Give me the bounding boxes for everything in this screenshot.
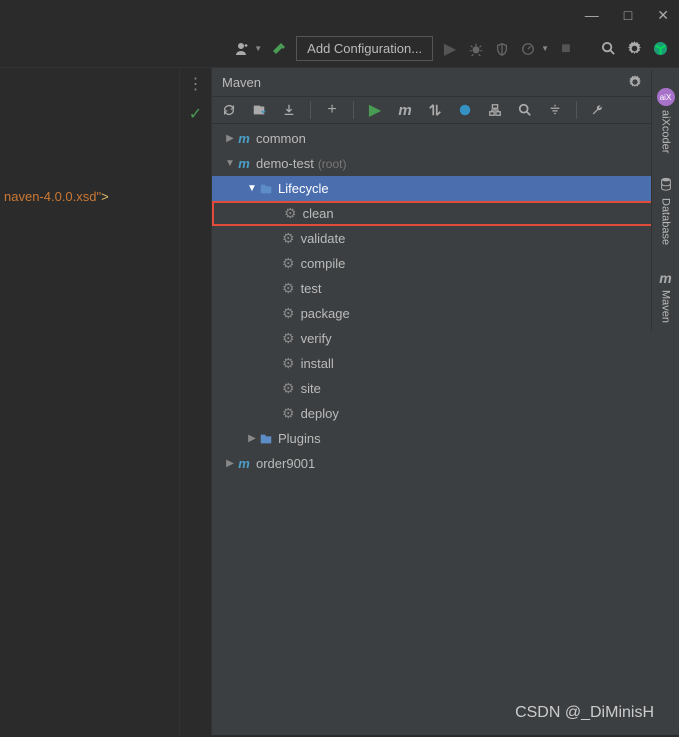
tree-item-order9001[interactable]: ▶ m order9001 [212, 451, 679, 476]
tree-label: validate [301, 231, 346, 246]
toggle-skip-icon[interactable] [426, 101, 444, 119]
more-icon[interactable]: ⋮ [188, 74, 204, 94]
generate-icon[interactable] [250, 101, 268, 119]
separator [576, 101, 577, 119]
rail-label: Maven [660, 290, 672, 323]
tree-label: test [301, 281, 322, 296]
tab-maven[interactable]: m Maven [657, 262, 673, 331]
tree-item-deploy[interactable]: ⚙ deploy [212, 401, 679, 426]
tree-label: compile [301, 256, 346, 271]
close-window-button[interactable]: ✕ [657, 7, 669, 24]
tree-label: deploy [301, 406, 339, 421]
tree-item-test[interactable]: ⚙ test [212, 276, 679, 301]
settings-icon[interactable] [625, 40, 643, 58]
tree-item-validate[interactable]: ⚙ validate [212, 226, 679, 251]
user-icon[interactable] [232, 40, 250, 58]
tree-label: order9001 [256, 456, 315, 471]
code-tag: > [101, 189, 109, 204]
m-icon: m [659, 270, 671, 286]
minimize-button[interactable]: — [585, 7, 599, 23]
download-icon[interactable] [280, 101, 298, 119]
folder-icon [258, 181, 274, 197]
gear-icon: ⚙ [282, 280, 295, 297]
gear-icon: ⚙ [284, 205, 297, 222]
chevron-right-icon: ▶ [224, 458, 236, 469]
profile-icon[interactable] [519, 40, 537, 58]
tree-item-compile[interactable]: ⚙ compile [212, 251, 679, 276]
m-icon[interactable]: m [396, 101, 414, 119]
gear-icon: ⚙ [282, 330, 295, 347]
tree-item-clean[interactable]: ⚙ clean [212, 201, 679, 226]
database-icon [659, 177, 673, 194]
tree-item-lifecycle[interactable]: ▼ Lifecycle [212, 176, 679, 201]
gutter: ⋮ ✓ [180, 68, 212, 735]
project-icon[interactable] [651, 40, 669, 58]
tree-item-plugins[interactable]: ▶ Plugins [212, 426, 679, 451]
gear-icon: ⚙ [282, 355, 295, 372]
tree-label: demo-test [256, 156, 314, 171]
tree-item-package[interactable]: ⚙ package [212, 301, 679, 326]
run-maven-icon[interactable]: ▶ [366, 101, 384, 119]
profile-dropdown-arrow: ▼ [541, 44, 549, 53]
avatar-icon: aiX [657, 88, 675, 106]
root-label: (root) [318, 157, 347, 171]
gear-icon: ⚙ [282, 380, 295, 397]
tree-item-site[interactable]: ⚙ site [212, 376, 679, 401]
code-string: naven-4.0.0.xsd" [4, 189, 101, 204]
collapse-icon[interactable] [546, 101, 564, 119]
tree-label: Plugins [278, 431, 321, 446]
gear-icon: ⚙ [282, 305, 295, 322]
tree-item-demo-test[interactable]: ▼ m demo-test (root) [212, 151, 679, 176]
separator [353, 101, 354, 119]
maven-panel-title: Maven [222, 75, 621, 90]
separator [310, 101, 311, 119]
user-dropdown-arrow: ▼ [254, 44, 262, 53]
maximize-button[interactable]: □ [624, 7, 632, 23]
tree-label: clean [303, 206, 334, 221]
add-configuration-button[interactable]: Add Configuration... [296, 36, 433, 61]
chevron-down-icon: ▼ [246, 183, 258, 194]
maven-module-icon: m [236, 131, 252, 147]
tab-database[interactable]: Database [657, 169, 675, 253]
tree-label: verify [301, 331, 332, 346]
offline-icon[interactable] [456, 101, 474, 119]
chevron-right-icon: ▶ [224, 133, 236, 144]
tree-label: install [301, 356, 334, 371]
tab-aixcoder[interactable]: aiX aiXcoder [655, 80, 677, 161]
watermark: CSDN @_DiMinisH [515, 704, 654, 722]
search-icon[interactable] [599, 40, 617, 58]
debug-icon[interactable] [467, 40, 485, 58]
search-icon[interactable] [516, 101, 534, 119]
chevron-down-icon: ▼ [224, 158, 236, 169]
gear-icon: ⚙ [282, 405, 295, 422]
wrench-icon[interactable] [589, 101, 607, 119]
tree-label: Lifecycle [278, 181, 329, 196]
tree-item-install[interactable]: ⚙ install [212, 351, 679, 376]
gear-icon: ⚙ [282, 255, 295, 272]
hammer-icon[interactable] [270, 40, 288, 58]
tree-label: common [256, 131, 306, 146]
tree-label: package [301, 306, 350, 321]
gear-icon: ⚙ [282, 230, 295, 247]
maven-module-icon: m [236, 156, 252, 172]
maven-module-icon: m [236, 456, 252, 472]
folder-icon [258, 431, 274, 447]
maven-tree: ▶ m common ▼ m demo-test (root) ▼ Lifecy… [212, 124, 679, 735]
reload-icon[interactable] [220, 101, 238, 119]
rail-label: aiXcoder [660, 110, 672, 153]
tree-label: site [301, 381, 321, 396]
coverage-icon[interactable] [493, 40, 511, 58]
rail-label: Database [660, 198, 672, 245]
run-icon[interactable]: ▶ [441, 40, 459, 58]
add-icon[interactable]: + [323, 101, 341, 119]
dependency-icon[interactable] [486, 101, 504, 119]
check-icon: ✓ [189, 104, 202, 124]
editor-area[interactable]: naven-4.0.0.xsd"> [0, 68, 180, 735]
chevron-right-icon: ▶ [246, 433, 258, 444]
tree-item-common[interactable]: ▶ m common [212, 126, 679, 151]
tree-item-verify[interactable]: ⚙ verify [212, 326, 679, 351]
stop-icon[interactable]: ■ [557, 40, 575, 58]
panel-settings-icon[interactable] [625, 75, 645, 89]
